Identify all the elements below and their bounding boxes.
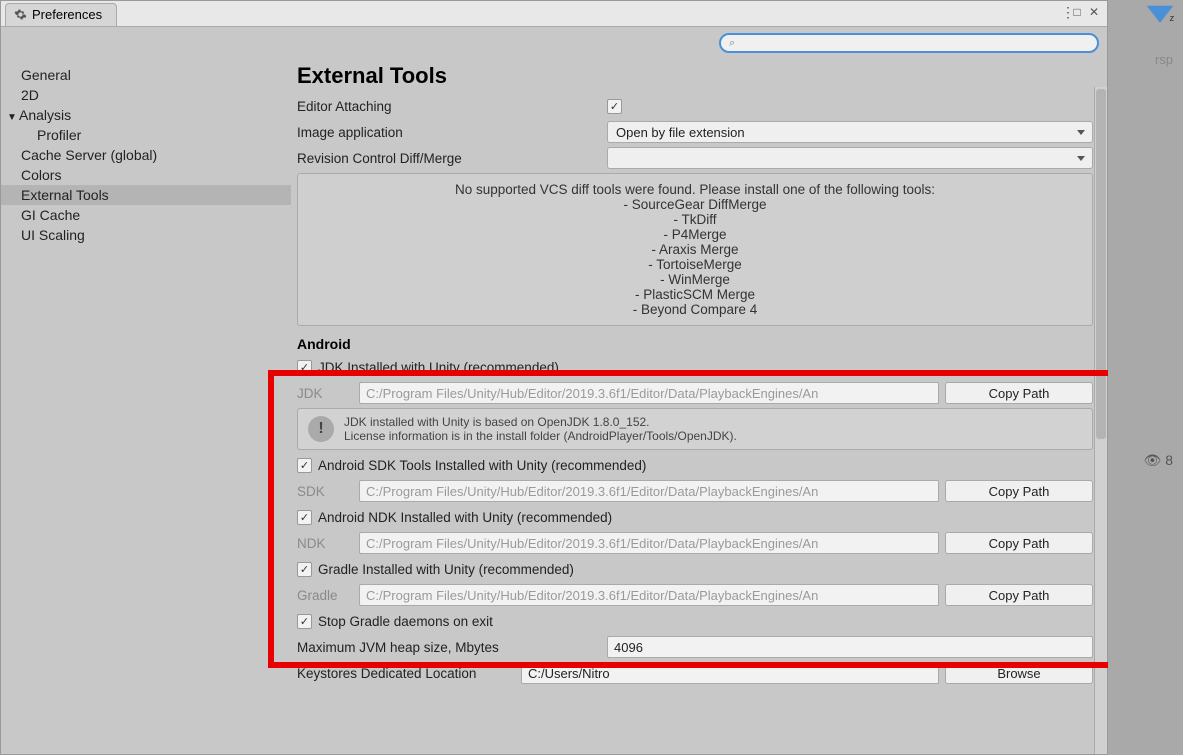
sidebar-item-external-tools[interactable]: External Tools bbox=[1, 185, 291, 205]
sdk-label: SDK bbox=[297, 484, 359, 499]
scrollbar-thumb[interactable] bbox=[1096, 89, 1106, 439]
jdk-path-input[interactable]: C:/Program Files/Unity/Hub/Editor/2019.3… bbox=[359, 382, 939, 404]
sdk-path-input[interactable]: C:/Program Files/Unity/Hub/Editor/2019.3… bbox=[359, 480, 939, 502]
expand-icon[interactable]: □ bbox=[1070, 5, 1084, 19]
chevron-down-icon: ▼ bbox=[7, 112, 19, 123]
jdk-note: ! JDK installed with Unity is based on O… bbox=[297, 408, 1093, 450]
close-icon[interactable]: ✕ bbox=[1087, 5, 1101, 19]
sidebar-item-analysis[interactable]: ▼Analysis bbox=[1, 105, 291, 125]
scrollbar[interactable] bbox=[1094, 87, 1107, 754]
stop-daemons-label: Stop Gradle daemons on exit bbox=[318, 614, 493, 629]
visibility-badge: 👁 8 bbox=[1144, 452, 1173, 469]
svg-text:z: z bbox=[1170, 13, 1175, 24]
ndk-checkbox[interactable] bbox=[297, 510, 312, 525]
gradle-copy-path-button[interactable]: Copy Path bbox=[945, 584, 1093, 606]
android-section-title: Android bbox=[297, 336, 1093, 352]
keystore-input[interactable]: C:/Users/Nitro bbox=[521, 662, 939, 684]
tab-title: Preferences bbox=[32, 7, 102, 22]
heap-input[interactable]: 4096 bbox=[607, 636, 1093, 658]
gradle-check-label: Gradle Installed with Unity (recommended… bbox=[318, 562, 574, 577]
sdk-checkbox[interactable] bbox=[297, 458, 312, 473]
ndk-path-input[interactable]: C:/Program Files/Unity/Hub/Editor/2019.3… bbox=[359, 532, 939, 554]
window-controls: ⋮ □ ✕ bbox=[1061, 5, 1101, 19]
keystore-label: Keystores Dedicated Location bbox=[297, 666, 521, 681]
sidebar-item-cache-server[interactable]: Cache Server (global) bbox=[1, 145, 291, 165]
ndk-label: NDK bbox=[297, 536, 359, 551]
info-icon: ! bbox=[308, 416, 334, 442]
persp-label: rsp bbox=[1155, 52, 1173, 67]
gradle-checkbox[interactable] bbox=[297, 562, 312, 577]
heap-label: Maximum JVM heap size, Mbytes bbox=[297, 640, 607, 655]
vcs-info-box: No supported VCS diff tools were found. … bbox=[297, 173, 1093, 326]
sidebar-item-2d[interactable]: 2D bbox=[1, 85, 291, 105]
jdk-checkbox[interactable] bbox=[297, 360, 312, 375]
tab-preferences[interactable]: Preferences bbox=[5, 3, 117, 27]
jdk-label: JDK bbox=[297, 386, 359, 401]
page-title: External Tools bbox=[297, 63, 1093, 89]
gear-icon bbox=[14, 8, 27, 21]
image-application-label: Image application bbox=[297, 125, 607, 140]
preferences-window: Preferences ⋮ □ ✕ ⌕ General 2D ▼Analysis… bbox=[0, 0, 1108, 755]
gizmo-icon: z bbox=[1141, 2, 1179, 40]
browse-button[interactable]: Browse bbox=[945, 662, 1093, 684]
revision-control-label: Revision Control Diff/Merge bbox=[297, 151, 607, 166]
sidebar-item-gi-cache[interactable]: GI Cache bbox=[1, 205, 291, 225]
jdk-check-label: JDK Installed with Unity (recommended) bbox=[318, 360, 559, 375]
gradle-label: Gradle bbox=[297, 588, 359, 603]
background-editor: z rsp 👁 8 bbox=[1108, 0, 1183, 755]
titlebar: Preferences ⋮ □ ✕ bbox=[1, 1, 1107, 27]
sdk-check-label: Android SDK Tools Installed with Unity (… bbox=[318, 458, 646, 473]
ndk-copy-path-button[interactable]: Copy Path bbox=[945, 532, 1093, 554]
search-icon: ⌕ bbox=[729, 37, 735, 50]
revision-control-select[interactable] bbox=[607, 147, 1093, 169]
main-panel: External Tools Editor Attaching Image ap… bbox=[291, 59, 1107, 754]
sidebar-item-ui-scaling[interactable]: UI Scaling bbox=[1, 225, 291, 245]
menu-icon[interactable]: ⋮ bbox=[1061, 5, 1067, 19]
sidebar: General 2D ▼Analysis Profiler Cache Serv… bbox=[1, 59, 291, 754]
sdk-copy-path-button[interactable]: Copy Path bbox=[945, 480, 1093, 502]
image-application-select[interactable]: Open by file extension bbox=[607, 121, 1093, 143]
ndk-check-label: Android NDK Installed with Unity (recomm… bbox=[318, 510, 612, 525]
sidebar-item-colors[interactable]: Colors bbox=[1, 165, 291, 185]
stop-daemons-checkbox[interactable] bbox=[297, 614, 312, 629]
jdk-copy-path-button[interactable]: Copy Path bbox=[945, 382, 1093, 404]
gradle-path-input[interactable]: C:/Program Files/Unity/Hub/Editor/2019.3… bbox=[359, 584, 939, 606]
editor-attaching-checkbox[interactable] bbox=[607, 99, 622, 114]
search-input[interactable]: ⌕ bbox=[719, 33, 1099, 53]
editor-attaching-label: Editor Attaching bbox=[297, 99, 607, 114]
sidebar-item-profiler[interactable]: Profiler bbox=[1, 125, 291, 145]
sidebar-item-general[interactable]: General bbox=[1, 65, 291, 85]
